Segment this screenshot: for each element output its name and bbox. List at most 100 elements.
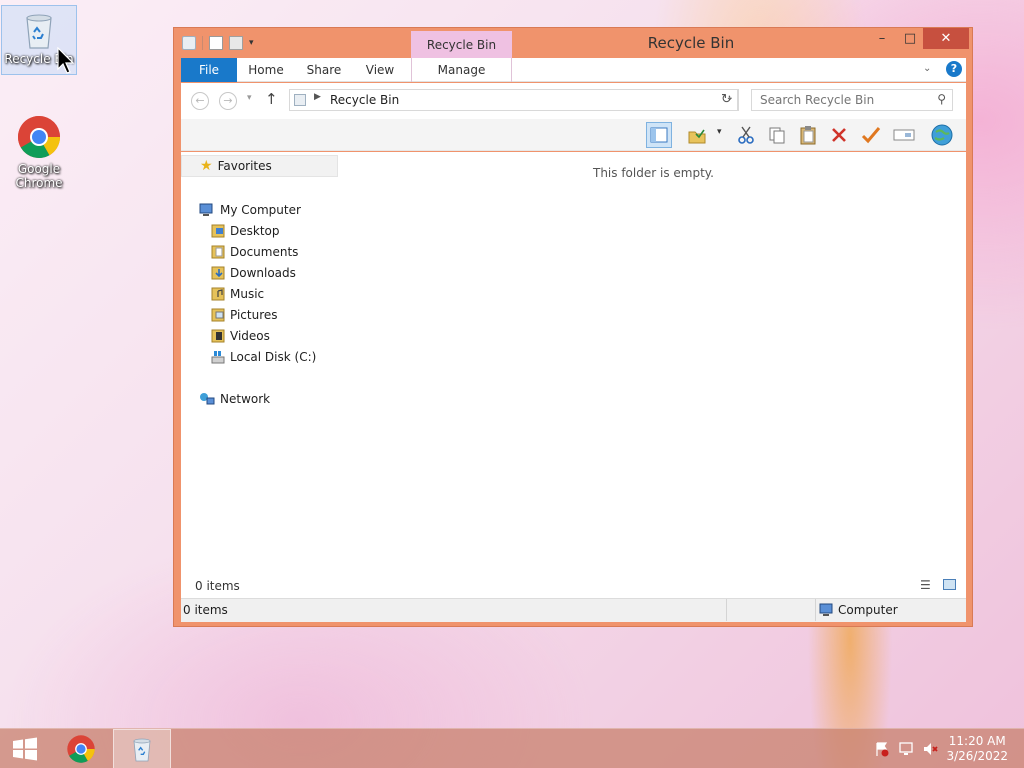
chrome-icon	[17, 115, 61, 159]
nav-item-music[interactable]: Music	[211, 284, 264, 304]
item-count: 0 items	[195, 579, 240, 593]
downloads-folder-icon	[211, 266, 225, 280]
folder-options-button[interactable]	[684, 122, 710, 148]
star-icon: ★	[200, 158, 213, 174]
nav-item-label: Videos	[230, 329, 270, 343]
window-title: Recycle Bin	[647, 34, 735, 52]
mouse-cursor	[57, 47, 75, 74]
volume-muted-icon[interactable]	[922, 741, 938, 757]
search-box[interactable]: ⚲	[751, 89, 953, 111]
nav-item-pictures[interactable]: Pictures	[211, 305, 278, 325]
layout-pane-button[interactable]	[646, 122, 672, 148]
nav-item-downloads[interactable]: Downloads	[211, 263, 296, 283]
navigation-pane: ★ Favorites My Computer Desktop Document…	[181, 152, 341, 598]
tab-share[interactable]: Share	[299, 58, 349, 82]
taskbar-chrome[interactable]	[52, 729, 110, 768]
customize-qat-icon[interactable]: ▾	[249, 38, 254, 48]
clipboard-icon	[800, 126, 816, 145]
clock-date: 3/26/2022	[946, 749, 1008, 763]
music-folder-icon	[211, 287, 225, 301]
back-button[interactable]: ←	[191, 92, 209, 110]
search-input[interactable]	[760, 90, 930, 110]
network-tray-icon[interactable]	[898, 741, 914, 757]
minimize-button[interactable]: –	[867, 28, 897, 49]
action-center-flag-icon[interactable]	[874, 741, 890, 757]
status-divider	[726, 599, 727, 621]
delete-x-icon	[832, 128, 846, 142]
folder-options-dropdown-icon[interactable]: ▾	[717, 127, 722, 137]
details-view-icon[interactable]: ☰	[920, 578, 931, 592]
address-field[interactable]: ▶ Recycle Bin ⌄	[289, 89, 739, 111]
nav-item-network[interactable]: Network	[199, 389, 270, 409]
copy-button[interactable]	[764, 122, 790, 148]
cut-button[interactable]	[733, 122, 759, 148]
breadcrumb-recycle-bin[interactable]: Recycle Bin	[330, 93, 399, 107]
forward-button[interactable]: →	[219, 92, 237, 110]
status-bar: 0 items Computer	[181, 598, 966, 622]
nav-item-label: Music	[230, 287, 265, 301]
network-globe-button[interactable]	[929, 122, 955, 148]
network-icon	[200, 393, 215, 405]
up-button[interactable]: ↑	[265, 90, 278, 108]
google-chrome-label: Google Chrome	[15, 162, 63, 190]
nav-item-videos[interactable]: Videos	[211, 326, 270, 346]
computer-icon	[199, 203, 213, 216]
folder-check-icon	[688, 129, 706, 144]
nav-item-label: My Computer	[220, 203, 301, 217]
recycle-bin-icon	[26, 14, 52, 49]
new-folder-icon[interactable]	[229, 36, 243, 50]
rename-button[interactable]	[891, 122, 917, 148]
expand-ribbon-icon[interactable]: ⌄	[923, 63, 931, 74]
system-clock[interactable]: 11:20 AM 3/26/2022	[946, 734, 1008, 764]
breadcrumb-chevron-icon[interactable]: ▶	[314, 92, 321, 102]
drive-icon	[211, 351, 225, 364]
empty-folder-message: This folder is empty.	[593, 166, 714, 180]
file-list-area[interactable]: This folder is empty.	[341, 152, 966, 598]
address-bar-row: ← → ▾ ↑ ▶ Recycle Bin ⌄ ↻ ⚲	[181, 83, 966, 119]
nav-item-favorites[interactable]: ★ Favorites	[181, 155, 338, 177]
refresh-button[interactable]: ↻	[716, 89, 738, 111]
tab-view[interactable]: View	[355, 58, 405, 82]
documents-folder-icon	[211, 245, 225, 259]
scissors-icon	[738, 126, 754, 144]
close-button[interactable]: ✕	[923, 28, 969, 49]
desktop-icon-google-chrome[interactable]: Google Chrome	[1, 110, 77, 190]
toolbar: ▾	[181, 119, 966, 151]
status-divider	[815, 599, 816, 621]
nav-item-desktop[interactable]: Desktop	[211, 221, 280, 241]
tab-manage[interactable]: Manage	[411, 58, 512, 82]
windows-logo-icon	[13, 737, 37, 761]
tab-home[interactable]: Home	[241, 58, 291, 82]
copy-icon	[769, 127, 785, 144]
recycle-bin-small-icon	[182, 36, 196, 50]
search-icon[interactable]: ⚲	[937, 92, 946, 106]
properties-icon[interactable]	[209, 36, 223, 50]
videos-folder-icon	[211, 329, 225, 343]
recent-locations-icon[interactable]: ▾	[247, 93, 252, 103]
computer-icon	[819, 603, 833, 616]
pictures-folder-icon	[211, 308, 225, 322]
delete-button[interactable]	[826, 122, 852, 148]
paste-button[interactable]	[795, 122, 821, 148]
nav-item-documents[interactable]: Documents	[211, 242, 298, 262]
recycle-bin-small-icon	[294, 94, 306, 106]
large-icons-view-icon[interactable]	[943, 579, 956, 590]
maximize-button[interactable]: □	[895, 28, 925, 49]
nav-item-my-computer[interactable]: My Computer	[199, 200, 301, 220]
properties-button[interactable]	[858, 122, 884, 148]
nav-item-label: Desktop	[230, 224, 280, 238]
recycle-bin-icon	[133, 738, 151, 762]
title-bar[interactable]: ▾ Recycle Bin Tools Recycle Bin – □ ✕	[174, 28, 972, 80]
checkmark-icon	[861, 127, 881, 144]
chrome-icon	[67, 735, 95, 763]
taskbar-recycle-bin[interactable]	[113, 729, 171, 768]
layout-pane-icon	[650, 127, 668, 143]
ribbon-tabs: File Home Share View Manage ⌄ ?	[181, 58, 966, 82]
help-icon[interactable]: ?	[946, 61, 962, 77]
start-button[interactable]	[0, 729, 50, 768]
context-tab-recycle-bin-tools: Recycle Bin Tools	[411, 31, 512, 80]
nav-item-label: Downloads	[230, 266, 296, 280]
tab-file[interactable]: File	[181, 58, 237, 82]
nav-item-local-disk[interactable]: Local Disk (C:)	[211, 347, 316, 367]
rename-icon	[893, 129, 915, 141]
